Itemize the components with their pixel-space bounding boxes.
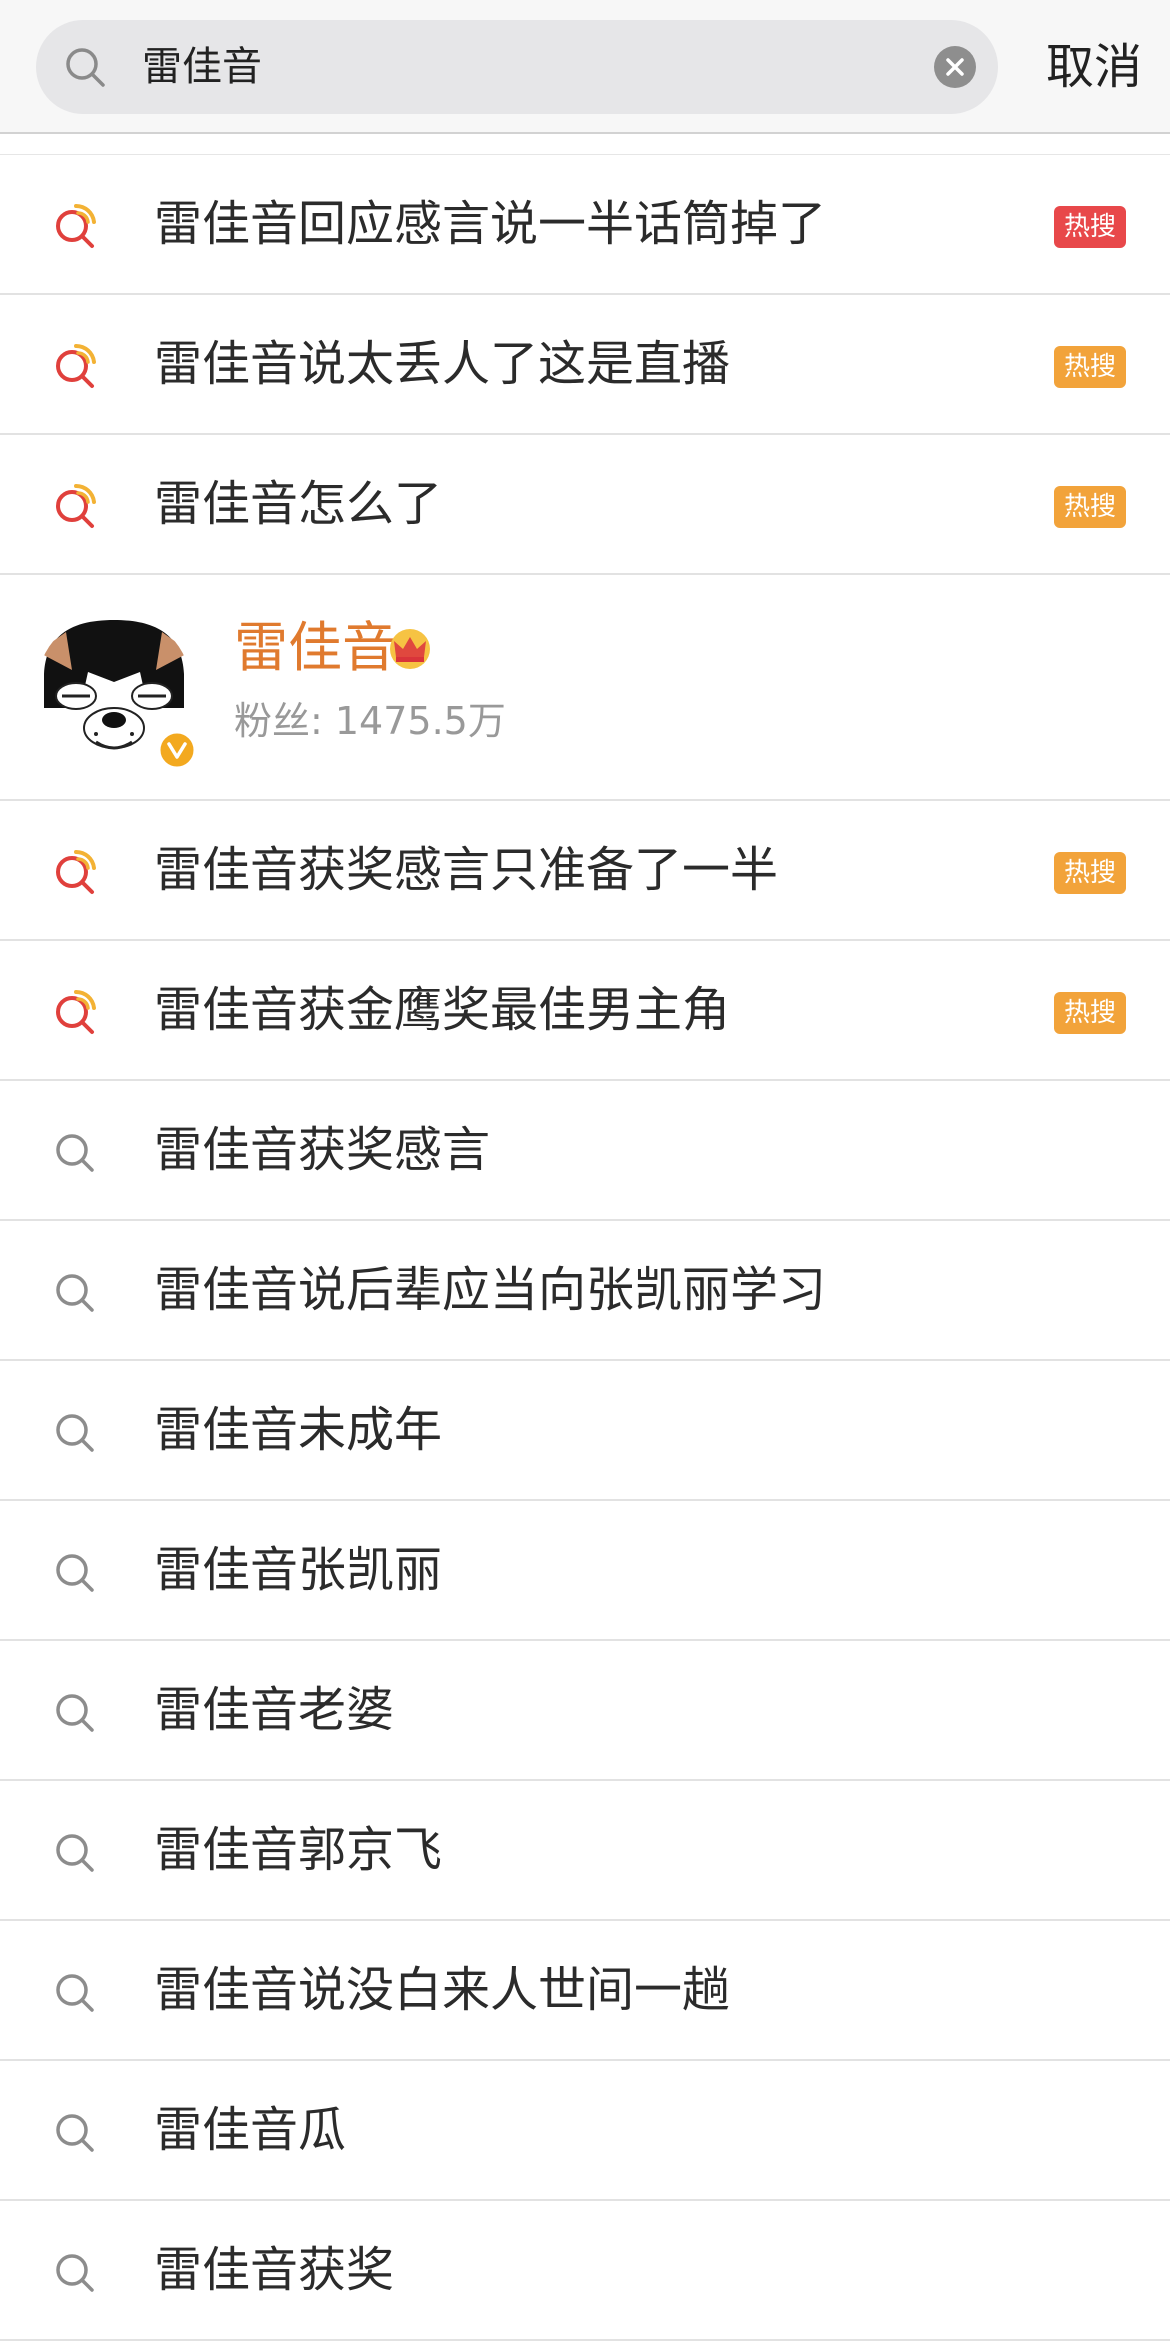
hot-badge: 热搜: [1054, 852, 1126, 894]
suggestion-label: 雷佳音说太丢人了这是直播: [154, 336, 731, 392]
hot-search-icon: [56, 849, 96, 894]
close-icon: [946, 58, 964, 76]
hot-search-icon: [56, 989, 96, 1034]
hot-badge: 热搜: [1054, 346, 1126, 388]
user-name[interactable]: 雷佳音: [234, 613, 396, 683]
suggestion-row[interactable]: 雷佳音说后辈应当向张凯丽学习: [0, 1221, 1170, 1361]
suggestion-list-bottom: 雷佳音获奖感言只准备了一半 热搜 雷佳音获金鹰奖最佳男主角 热搜 雷佳音获奖感言 雷佳音说…: [0, 801, 1170, 2341]
hot-search-icon: [56, 343, 96, 388]
suggestion-row[interactable]: 雷佳音说没白来人世间一趟: [0, 1921, 1170, 2061]
suggestion-label: 雷佳音瓜: [154, 2102, 347, 2158]
search-header: 雷佳音 取消: [0, 0, 1170, 134]
hot-badge: 热搜: [1054, 206, 1126, 248]
suggestion-row[interactable]: 雷佳音郭京飞: [0, 1781, 1170, 1921]
suggestion-label: 雷佳音说没白来人世间一趟: [154, 1962, 731, 2018]
crown-icon: [390, 629, 430, 669]
suggestion-label: 雷佳音获奖: [154, 2242, 395, 2298]
suggestion-row[interactable]: 雷佳音获奖感言: [0, 1081, 1170, 1221]
suggestion-label: 雷佳音老婆: [154, 1682, 395, 1738]
hot-badge: 热搜: [1054, 486, 1126, 528]
suggestion-row[interactable]: 雷佳音说太丢人了这是直播 热搜: [0, 295, 1170, 435]
suggestion-label: 雷佳音张凯丽: [154, 1542, 443, 1598]
search-box[interactable]: 雷佳音: [36, 20, 998, 114]
search-icon: [56, 1694, 94, 1732]
hot-search-icon: [56, 483, 96, 528]
search-icon: [56, 1414, 94, 1452]
search-input[interactable]: 雷佳音: [142, 20, 262, 114]
suggestion-list-top: 雷佳音回应感言说一半话筒掉了 热搜 雷佳音说太丢人了这是直播 热搜 雷佳音怎么了 热搜: [0, 155, 1170, 575]
divider: [0, 134, 1170, 155]
suggestion-row[interactable]: 雷佳音获金鹰奖最佳男主角 热搜: [0, 941, 1170, 1081]
suggestion-row[interactable]: 雷佳音怎么了 热搜: [0, 435, 1170, 575]
suggestion-label: 雷佳音未成年: [154, 1402, 443, 1458]
fans-count: 粉丝: 1475.5万: [234, 699, 506, 743]
search-icon: [56, 1834, 94, 1872]
user-result[interactable]: 雷佳音 粉丝: 1475.5万: [0, 575, 1170, 801]
clear-button[interactable]: [934, 46, 976, 88]
hot-search-icon: [56, 203, 96, 248]
verified-v-icon: [157, 730, 197, 770]
suggestion-row[interactable]: 雷佳音老婆: [0, 1641, 1170, 1781]
suggestion-row[interactable]: 雷佳音获奖感言只准备了一半 热搜: [0, 801, 1170, 941]
search-icon: [66, 48, 105, 87]
suggestion-row[interactable]: 雷佳音未成年: [0, 1361, 1170, 1501]
cancel-button[interactable]: 取消: [1046, 20, 1142, 114]
suggestion-label: 雷佳音怎么了: [154, 476, 443, 532]
suggestion-label: 雷佳音郭京飞: [154, 1822, 443, 1878]
suggestion-label: 雷佳音获金鹰奖最佳男主角: [154, 982, 731, 1038]
suggestion-row[interactable]: 雷佳音张凯丽: [0, 1501, 1170, 1641]
search-icon: [56, 1974, 94, 2012]
suggestion-row[interactable]: 雷佳音获奖: [0, 2201, 1170, 2341]
search-icon: [56, 1134, 94, 1172]
suggestion-label: 雷佳音获奖感言: [154, 1122, 491, 1178]
hot-badge: 热搜: [1054, 992, 1126, 1034]
search-icon: [56, 2114, 94, 2152]
suggestion-label: 雷佳音回应感言说一半话筒掉了: [154, 196, 827, 252]
suggestion-row[interactable]: 雷佳音回应感言说一半话筒掉了 热搜: [0, 155, 1170, 295]
search-icon: [56, 1274, 94, 1312]
search-icon: [56, 2254, 94, 2292]
suggestion-row[interactable]: 雷佳音瓜: [0, 2061, 1170, 2201]
suggestion-label: 雷佳音说后辈应当向张凯丽学习: [154, 1262, 827, 1318]
suggestion-label: 雷佳音获奖感言只准备了一半: [154, 842, 779, 898]
search-icon: [56, 1554, 94, 1592]
